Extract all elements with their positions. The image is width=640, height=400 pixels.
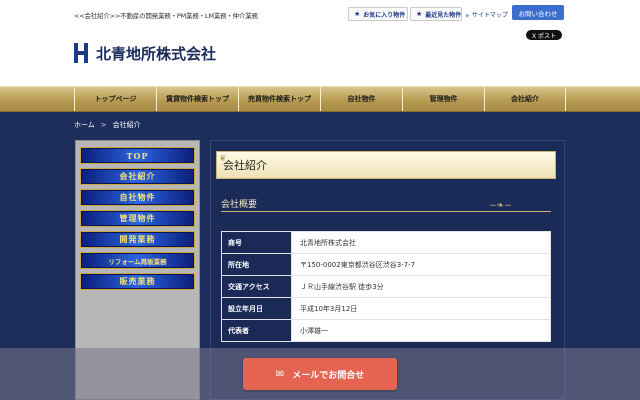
company-info-table: 商号 北青地所株式会社 所在地 〒150-0002東京都渋谷区渋谷3-7-7 交… (221, 231, 551, 342)
sidebar-item-top[interactable]: TOP (80, 147, 195, 164)
star-icon: ★ (354, 10, 361, 18)
mail-contact-button[interactable]: ✉ メールでお問合せ (243, 358, 397, 390)
star-icon: ★ (416, 10, 423, 18)
section-title: 会社概要 (221, 200, 258, 210)
nav-item-top[interactable]: トップページ (74, 87, 156, 111)
sidebar-item-own-properties[interactable]: 自社物件 (80, 189, 195, 206)
favorites-label: お気に入り物件 (363, 11, 406, 19)
page-title-box: ❦ 会社紹介 (216, 151, 556, 179)
breadcrumb-home[interactable]: ホーム (74, 121, 95, 129)
info-label: 商号 (221, 231, 292, 254)
nav-item-sale-search[interactable]: 売買物件検索トップ (238, 87, 320, 111)
info-value: 平成10年3月12日 (291, 297, 551, 320)
info-value: ＪＲ山手線渋谷駅 徒歩3分 (291, 275, 551, 298)
sidebar-item-managed-properties[interactable]: 管理物件 (80, 210, 195, 227)
section-divider (221, 211, 551, 212)
sidebar-item-sales[interactable]: 販売業務 (80, 273, 195, 290)
contact-button[interactable]: お問い合わせ (512, 5, 564, 20)
table-row: 交通アクセス ＪＲ山手線渋谷駅 徒歩3分 (221, 275, 551, 298)
info-value: 小澤雄一 (291, 319, 551, 342)
info-label: 設立年月日 (221, 297, 292, 320)
x-post-button[interactable]: X ポスト (526, 30, 562, 40)
info-value: 〒150-0002東京都渋谷区渋谷3-7-7 (291, 253, 551, 276)
nav-item-own-properties[interactable]: 自社物件 (320, 87, 402, 111)
site-tagline: <<会社紹介>>不動産の開発業務・PM業務・LM業務・仲介業務 (74, 12, 258, 20)
sidebar-item-company[interactable]: 会社紹介 (80, 168, 195, 185)
breadcrumb-current: 会社紹介 (112, 121, 141, 129)
breadcrumb-separator: > (100, 121, 107, 129)
table-row: 所在地 〒150-0002東京都渋谷区渋谷3-7-7 (221, 253, 551, 276)
info-label: 交通アクセス (221, 275, 292, 298)
envelope-icon: ✉ (275, 368, 285, 380)
info-value: 北青地所株式会社 (291, 231, 551, 254)
global-nav: トップページ 賃貸物件検索トップ 売買物件検索トップ 自社物件 管理物件 会社紹… (0, 86, 640, 112)
mail-contact-label: メールでお問合せ (292, 370, 365, 381)
flourish-ornament-icon: ~❧~ (489, 201, 512, 211)
info-label: 所在地 (221, 253, 292, 276)
arrow-right-icon: ▶ (466, 13, 470, 19)
table-row: 代表者 小澤雄一 (221, 319, 551, 342)
recent-label: 最近見た物件 (425, 11, 462, 19)
company-logo[interactable]: 北青地所株式会社 (74, 42, 216, 64)
recent-button[interactable]: ★ 最近見た物件 (410, 7, 462, 21)
nav-item-company[interactable]: 会社紹介 (484, 87, 566, 111)
breadcrumb: ホーム > 会社紹介 (74, 120, 141, 130)
sidebar-item-development[interactable]: 開発業務 (80, 231, 195, 248)
page-title: 会社紹介 (223, 159, 267, 172)
info-label: 代表者 (221, 319, 292, 342)
favorites-button[interactable]: ★ お気に入り物件 (348, 7, 408, 21)
nav-item-rent-search[interactable]: 賃貸物件検索トップ (156, 87, 238, 111)
sitemap-label: サイトマップ (471, 12, 508, 19)
table-row: 商号 北青地所株式会社 (221, 231, 551, 254)
logo-h-icon (74, 43, 88, 63)
corner-ornament-icon: ❦ (219, 154, 227, 164)
sidebar-item-reform-resale[interactable]: リフォーム再販業務 (80, 252, 195, 269)
table-row: 設立年月日 平成10年3月12日 (221, 297, 551, 320)
company-name: 北青地所株式会社 (96, 44, 217, 63)
nav-item-managed-properties[interactable]: 管理物件 (402, 87, 484, 111)
site-header: <<会社紹介>>不動産の開発業務・PM業務・LM業務・仲介業務 北青地所株式会社… (0, 0, 640, 86)
sitemap-link[interactable]: ▶ サイトマップ (466, 10, 508, 19)
